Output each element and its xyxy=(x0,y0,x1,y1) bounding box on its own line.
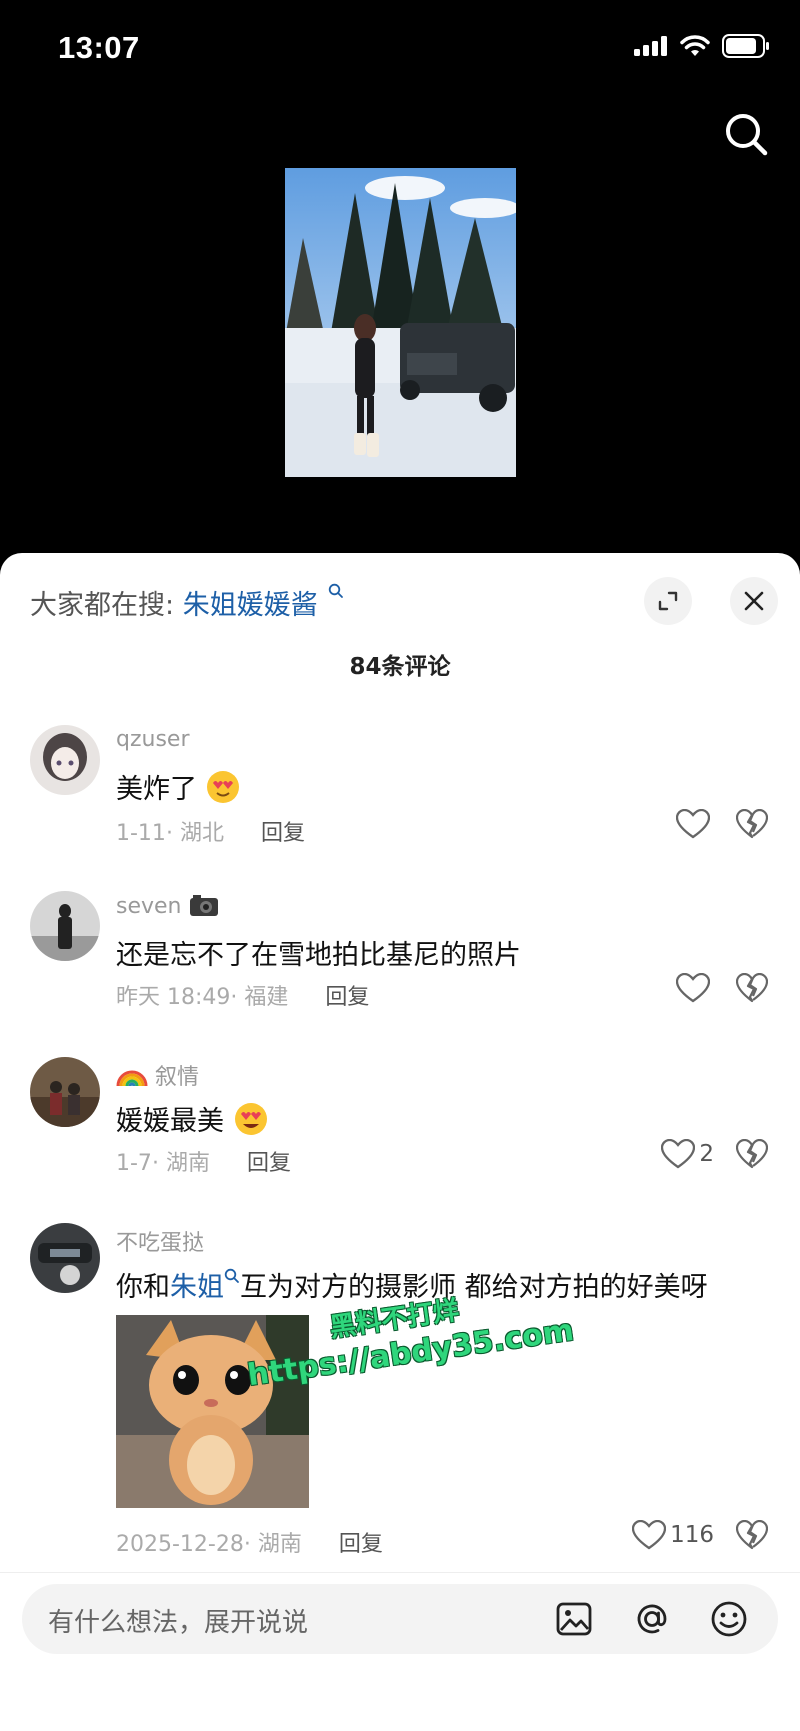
comment-username[interactable]: 不吃蛋挞 xyxy=(116,1225,204,1257)
comment-username-text: 叙情 xyxy=(155,1065,200,1090)
close-icon xyxy=(744,591,764,611)
small-search-icon xyxy=(329,583,344,598)
battery-icon xyxy=(722,34,769,58)
comment-location: 福建 xyxy=(244,985,289,1010)
avatar[interactable] xyxy=(30,891,100,961)
comment-date: 昨天 18:49 xyxy=(116,985,231,1010)
emoji-icon[interactable] xyxy=(709,1599,749,1639)
comment-text: 媛媛最美 xyxy=(116,1099,269,1138)
comment-meta: 昨天 18:49· 福建 回复 xyxy=(116,985,370,1010)
comment-text: 还是忘不了在雪地拍比基尼的照片 xyxy=(116,940,521,971)
broken-heart-icon[interactable] xyxy=(736,1520,768,1550)
status-time: 13:07 xyxy=(58,30,140,65)
heart-outline-icon xyxy=(676,809,710,839)
comment-input-bar[interactable]: 有什么想法，展开说说 xyxy=(22,1584,778,1654)
comment-text-body: 媛媛最美 xyxy=(116,1106,224,1137)
comment-meta: 1-7· 湖南 回复 xyxy=(116,1151,291,1176)
comment-username[interactable]: seven xyxy=(116,893,219,919)
close-button[interactable] xyxy=(730,577,778,625)
reply-button[interactable]: 回复 xyxy=(325,985,369,1010)
like-count: 116 xyxy=(670,1522,714,1548)
comment-meta: 2025-12-28· 湖南 回复 xyxy=(116,1532,383,1557)
heart-eyes-emoji-icon xyxy=(206,771,239,803)
small-search-icon xyxy=(224,1268,239,1283)
avatar[interactable] xyxy=(30,725,100,795)
mention-at-icon[interactable] xyxy=(632,1599,672,1639)
broken-heart-icon[interactable] xyxy=(736,809,768,839)
like-button[interactable] xyxy=(676,809,714,839)
mention-link[interactable]: 朱姐 xyxy=(170,1272,224,1303)
signal-icon xyxy=(634,36,667,56)
comment-username[interactable]: 叙情 xyxy=(116,1059,199,1091)
comment-username[interactable]: qzuser xyxy=(116,727,190,752)
comment-count: 84条评论 xyxy=(349,654,451,680)
snow-scene-image xyxy=(285,168,516,477)
star-struck-emoji-icon xyxy=(234,1103,267,1135)
comment-location: 湖北 xyxy=(179,821,224,846)
avatar[interactable] xyxy=(30,1057,100,1127)
comment-date: 1-7 xyxy=(116,1151,152,1176)
trending-term[interactable]: 朱姐媛媛酱 xyxy=(183,590,318,621)
post-photo[interactable] xyxy=(285,168,516,477)
comment-location: 湖南 xyxy=(165,1151,210,1176)
search-icon[interactable] xyxy=(722,110,770,158)
reply-button[interactable]: 回复 xyxy=(247,1151,291,1176)
avatar[interactable] xyxy=(30,1223,100,1293)
like-button[interactable]: 116 xyxy=(632,1520,714,1550)
status-bar: 13:07 xyxy=(0,0,800,92)
like-button[interactable]: 2 xyxy=(661,1139,714,1169)
image-icon[interactable] xyxy=(554,1599,594,1639)
comment-sheet: 大家都在搜: 朱姐媛媛酱 84条评论 qzuser 美炸了 1-11· 湖北 回… xyxy=(0,553,800,1731)
heart-outline-icon xyxy=(676,973,710,1003)
comment-location: 湖南 xyxy=(257,1532,302,1557)
comment-date: 1-11 xyxy=(116,821,166,846)
trending-search[interactable]: 大家都在搜: 朱姐媛媛酱 xyxy=(30,583,344,622)
reply-button[interactable]: 回复 xyxy=(261,821,305,846)
heart-outline-icon xyxy=(632,1520,667,1550)
reply-button[interactable]: 回复 xyxy=(339,1532,383,1557)
wifi-icon xyxy=(680,35,710,56)
comment-text-before: 你和 xyxy=(116,1272,170,1303)
trending-prefix: 大家都在搜: xyxy=(30,590,175,621)
camera-emoji-icon xyxy=(189,895,218,916)
rainbow-emoji-icon xyxy=(116,1070,148,1087)
comment-username-text: seven xyxy=(116,894,182,919)
comment-text-body: 美炸了 xyxy=(116,774,197,805)
broken-heart-icon[interactable] xyxy=(736,1139,768,1169)
comment-input-placeholder[interactable]: 有什么想法，展开说说 xyxy=(48,1602,308,1639)
expand-icon xyxy=(658,591,678,611)
comment-meta: 1-11· 湖北 回复 xyxy=(116,821,305,846)
comment-date: 2025-12-28 xyxy=(116,1532,244,1557)
broken-heart-icon[interactable] xyxy=(736,973,768,1003)
status-icons xyxy=(634,34,770,58)
heart-outline-icon xyxy=(661,1139,696,1169)
comment-text: 美炸了 xyxy=(116,767,240,806)
like-button[interactable] xyxy=(676,973,714,1003)
like-count: 2 xyxy=(699,1141,714,1167)
input-divider xyxy=(0,1572,800,1573)
expand-button[interactable] xyxy=(644,577,692,625)
